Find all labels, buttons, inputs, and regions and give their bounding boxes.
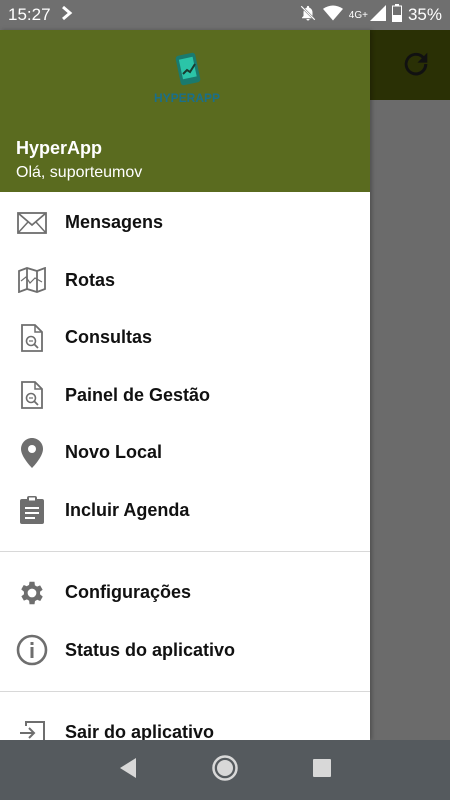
menu-item-label: Sair do aplicativo — [65, 722, 215, 740]
menu-item-configuracoes[interactable]: Configurações — [0, 564, 370, 622]
menu-item-status-do-aplicativo[interactable]: Status do aplicativo — [0, 622, 370, 680]
map-icon — [16, 264, 48, 296]
menu-item-novo-local[interactable]: Novo Local — [0, 424, 370, 482]
status-time: 15:27 — [8, 5, 51, 24]
refresh-button[interactable] — [395, 45, 437, 87]
status-bar: 15:27 4G+ 35% — [0, 0, 450, 30]
refresh-icon — [399, 47, 433, 86]
back-button[interactable] — [108, 750, 148, 790]
battery-icon — [391, 3, 402, 27]
exit-icon — [16, 717, 48, 740]
menu-item-label: Painel de Gestão — [65, 384, 211, 405]
gear-icon — [16, 577, 48, 609]
drawer-title: HyperApp — [16, 138, 103, 158]
menu-item-incluir-agenda[interactable]: Incluir Agenda — [0, 482, 370, 540]
menu-item-mensagens[interactable]: Mensagens — [0, 194, 370, 252]
wifi-icon — [322, 5, 343, 26]
menu-item-label: Consultas — [65, 327, 153, 348]
menu-item-label: Configurações — [65, 582, 192, 603]
user-greeting: Olá, suporteumov — [16, 164, 143, 181]
drawer-header: HYPERAPP HyperApp Olá, suporteumov — [0, 30, 370, 192]
battery-level: 35% — [407, 5, 442, 24]
home-circle-icon — [211, 754, 239, 787]
menu-item-label: Rotas — [65, 269, 116, 290]
mail-icon — [16, 207, 48, 239]
home-button[interactable] — [205, 750, 245, 790]
menu-item-label: Incluir Agenda — [65, 499, 190, 520]
recents-square-icon — [312, 758, 332, 783]
app-logo: HYPERAPP — [150, 52, 225, 110]
navigation-drawer: HYPERAPP HyperApp Olá, suporteumov Mensa… — [0, 30, 370, 740]
menu-item-label: Status do aplicativo — [65, 639, 236, 660]
menu-item-consultas[interactable]: Consultas — [0, 309, 370, 367]
system-navigation-bar — [0, 740, 450, 800]
menu-divider — [0, 551, 370, 552]
menu-item-label: Novo Local — [65, 442, 163, 463]
menu-item-rotas[interactable]: Rotas — [0, 252, 370, 310]
recents-button[interactable] — [302, 750, 342, 790]
menu-item-sair-do-aplicativo[interactable]: Sair do aplicativo — [0, 704, 370, 740]
document-search-icon — [16, 379, 48, 411]
signal-icon — [369, 4, 386, 26]
chevron-right-icon — [61, 5, 73, 26]
menu-item-label: Mensagens — [65, 212, 164, 233]
svg-text:HYPERAPP: HYPERAPP — [154, 91, 220, 105]
document-search-icon — [16, 322, 48, 354]
network-type: 4G+ — [348, 9, 368, 21]
menu-divider — [0, 691, 370, 692]
menu-item-painel-de-gestao[interactable]: Painel de Gestão — [0, 367, 370, 425]
notifications-off-icon — [299, 4, 317, 27]
back-triangle-icon — [118, 757, 138, 784]
info-icon — [16, 634, 48, 666]
location-pin-icon — [16, 437, 48, 469]
clipboard-icon — [16, 494, 48, 526]
